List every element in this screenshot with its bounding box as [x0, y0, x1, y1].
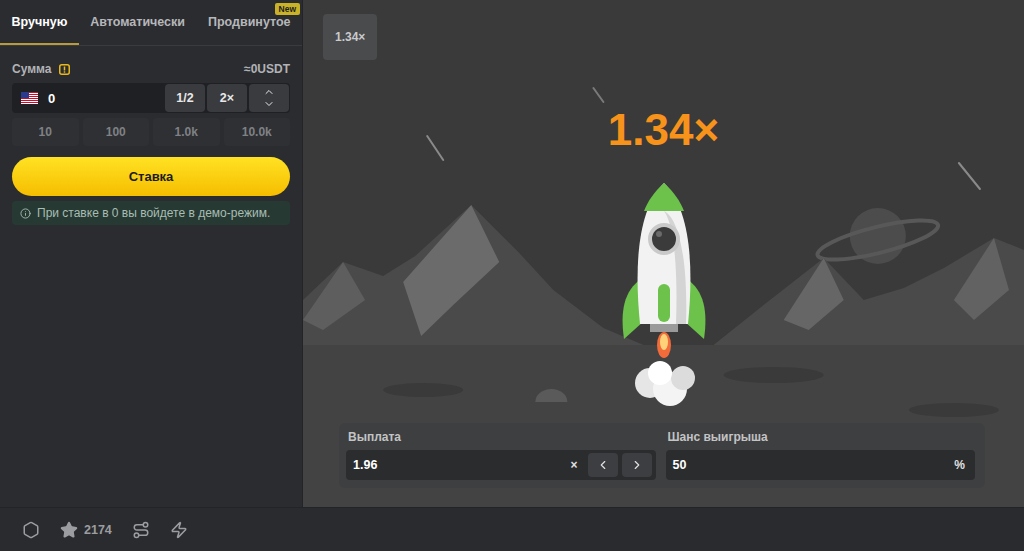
chevron-down-icon — [263, 98, 275, 110]
bet-form: Сумма ≈0USDT 01/22× 101001.0k10.0k Ставка При… — [0, 46, 302, 225]
chance-column: Шанс выигрыша 50% — [666, 430, 976, 480]
payout-suffix: × — [570, 458, 583, 472]
bet-panel: ВручнуюАвтоматическиПродвинутоеNew Сумма ≈… — [0, 0, 303, 507]
game-scene: 1.34× 1.34× Выплата 1.96 × Шанс выигрыша 50% — [303, 0, 1024, 507]
preset-button[interactable]: 1.0k — [153, 118, 220, 146]
lightning-icon — [170, 521, 188, 539]
main-area: ВручнуюАвтоматическиПродвинутоеNew Сумма ≈… — [0, 0, 1024, 507]
hexagon-icon — [22, 521, 40, 539]
amount-field: 01/22× — [12, 83, 290, 113]
info-icon — [20, 208, 31, 219]
chevron-right-icon — [630, 458, 644, 472]
amount-input[interactable]: 0 — [13, 91, 163, 106]
mode-tab[interactable]: Вручную — [0, 0, 79, 45]
mode-tab[interactable]: Автоматически — [79, 0, 197, 45]
preset-amounts: 101001.0k10.0k — [12, 118, 290, 146]
fairness-button[interactable] — [132, 521, 150, 539]
mode-tabs: ВручнуюАвтоматическиПродвинутоеNew — [0, 0, 302, 46]
chance-value[interactable]: 50 — [673, 458, 951, 472]
settings-button[interactable] — [22, 521, 40, 539]
preset-button[interactable]: 10.0k — [224, 118, 291, 146]
new-badge: New — [275, 3, 300, 15]
amount-label: Сумма — [12, 62, 70, 76]
route-icon — [132, 521, 150, 539]
us-flag-icon — [21, 92, 38, 104]
preset-button[interactable]: 100 — [83, 118, 150, 146]
demo-note: При ставке в 0 вы войдете в демо-режим. — [12, 201, 290, 225]
double-button[interactable]: 2× — [207, 84, 247, 112]
payout-column: Выплата 1.96 × — [346, 430, 656, 480]
rocket-icon — [614, 179, 714, 411]
chance-suffix: % — [954, 458, 971, 472]
limbo-game: ВручнуюАвтоматическиПродвинутоеNew Сумма ≈… — [0, 0, 1024, 551]
footer-bar: 2174 — [0, 507, 1024, 551]
chance-field[interactable]: 50% — [666, 450, 976, 480]
payout-increase-button[interactable] — [622, 453, 652, 477]
mode-tab[interactable]: ПродвинутоеNew — [197, 0, 303, 45]
payout-value[interactable]: 1.96 — [353, 458, 566, 472]
scene-content: 1.34× 1.34× Выплата 1.96 × Шанс выигрыша 50% — [303, 0, 1024, 507]
payout-panel: Выплата 1.96 × Шанс выигрыша 50% — [339, 423, 985, 488]
half-button[interactable]: 1/2 — [165, 84, 205, 112]
payout-decrease-button[interactable] — [588, 453, 618, 477]
chevron-up-icon — [263, 86, 275, 98]
current-multiplier: 1.34× — [608, 104, 719, 157]
hotkeys-button[interactable] — [170, 521, 188, 539]
info-icon[interactable] — [59, 64, 70, 75]
chance-label: Шанс выигрыша — [666, 430, 976, 444]
bet-button[interactable]: Ставка — [12, 157, 290, 196]
payout-label: Выплата — [346, 430, 656, 444]
amount-label-row: Сумма ≈0USDT — [12, 62, 290, 76]
payout-field[interactable]: 1.96 × — [346, 450, 656, 480]
history-chip[interactable]: 1.34× — [323, 14, 377, 60]
chevron-left-icon — [596, 458, 610, 472]
range-button[interactable] — [249, 84, 289, 112]
history-row: 1.34× — [303, 0, 1024, 60]
preset-button[interactable]: 10 — [12, 118, 79, 146]
favorites-button[interactable]: 2174 — [60, 521, 112, 539]
star-icon — [60, 521, 78, 539]
amount-conversion: ≈0USDT — [244, 62, 290, 76]
